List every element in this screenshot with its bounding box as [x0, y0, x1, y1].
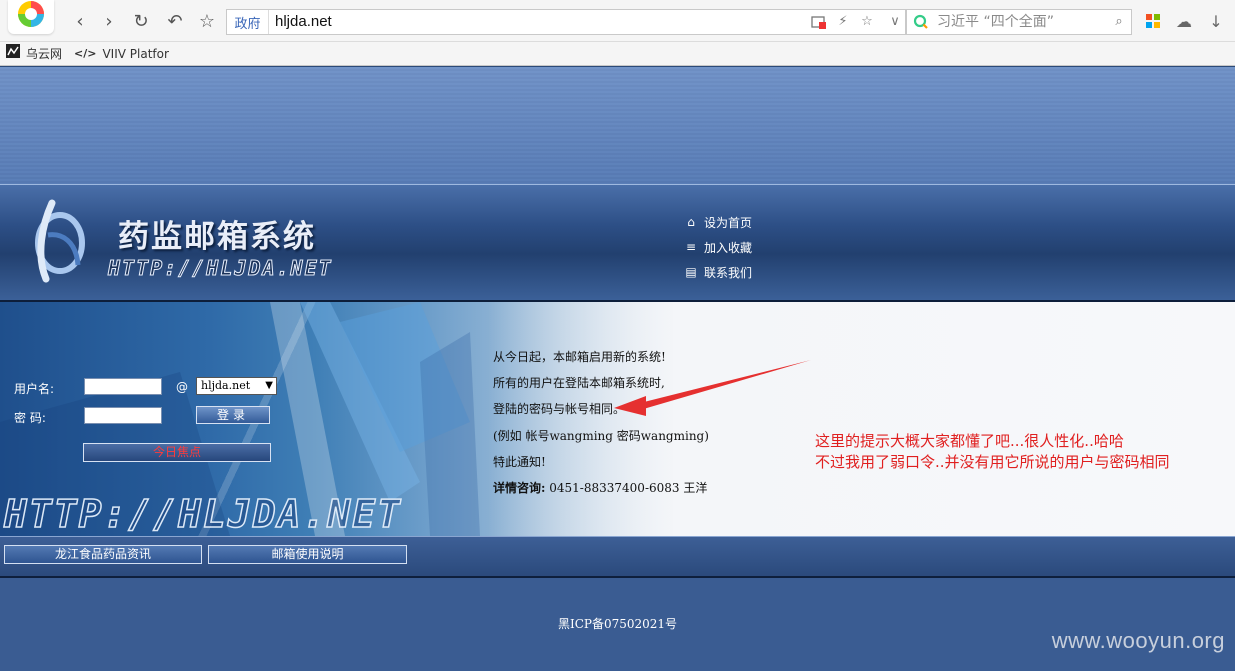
login-section: 用户名: @ hljda.net ▼ 密 码: 登录 今日焦点 HTTP://H… — [0, 300, 1235, 537]
domain-select[interactable]: hljda.net ▼ — [196, 377, 277, 395]
bookmark-label: VIIV Platfor — [102, 47, 169, 61]
add-favorite-link[interactable]: ≡ 加入收藏 — [684, 238, 752, 256]
bookmark-viiv[interactable]: </> VIIV Platfor — [74, 42, 169, 66]
search-box[interactable]: 习近平 “四个全面” ⌕ — [906, 9, 1132, 35]
username-label: 用户名: — [14, 382, 55, 396]
notice-contact: 详情咨询: 0451-88337400-6083 王洋 — [493, 479, 707, 496]
today-focus-button[interactable]: 今日焦点 — [83, 443, 271, 462]
url-watermark: HTTP://HLJDA.NET — [3, 491, 403, 537]
dropdown-chevron-icon[interactable]: ∨ — [887, 14, 903, 30]
quick-link-label: 设为首页 — [704, 215, 753, 230]
top-banner — [0, 67, 1235, 184]
site-url-banner: HTTP://HLJDA.NET — [108, 256, 333, 281]
login-button[interactable]: 登录 — [196, 406, 270, 424]
bookmark-wooyun[interactable]: 乌云网 — [6, 42, 62, 66]
site-title: 药监邮箱系统 — [118, 219, 316, 255]
contact-value: 0451-88337400-6083 王洋 — [549, 481, 708, 495]
cloud-icon[interactable]: ☁ — [1173, 10, 1195, 32]
password-label: 密 码: — [14, 411, 46, 425]
browser-logo-icon[interactable] — [8, 0, 54, 34]
download-icon[interactable]: ↓ — [1205, 10, 1227, 32]
reload-icon[interactable]: ↻ — [129, 9, 153, 33]
domain-selected-value: hljda.net — [201, 379, 251, 392]
favorite-star-icon[interactable]: ☆ — [859, 14, 875, 30]
back-icon[interactable]: ‹ — [68, 9, 92, 33]
home-icon: ⌂ — [687, 215, 695, 229]
password-input[interactable] — [84, 407, 162, 424]
quick-link-label: 联系我们 — [704, 265, 753, 280]
wooyun-icon — [6, 43, 20, 65]
icp-record: 黑ICP备07502021号 — [557, 617, 678, 631]
quick-link-label: 加入收藏 — [704, 240, 753, 255]
contact-us-link[interactable]: ▤ 联系我们 — [684, 263, 752, 281]
nav-tab-food-drug-news[interactable]: 龙江食品药品资讯 — [4, 545, 202, 564]
annotation-line: 不过我用了弱口令..并没有用它所说的用户与密码相同 — [815, 453, 1170, 471]
notice-line: 特此通知! — [493, 455, 546, 469]
notice-line: (例如 帐号wangming 密码wangming) — [493, 429, 709, 443]
dropdown-arrow-icon: ▼ — [265, 380, 273, 391]
search-engine-icon — [913, 14, 929, 30]
document-icon: ▤ — [685, 265, 697, 279]
notice-panel — [488, 302, 1235, 536]
site-footer: 黑ICP备07502021号 www.wooyun.org — [0, 578, 1235, 671]
wooyun-watermark: www.wooyun.org — [1051, 628, 1225, 653]
set-homepage-link[interactable]: ⌂ 设为首页 — [684, 213, 752, 231]
url-text[interactable]: hljda.net — [275, 10, 332, 34]
username-input[interactable] — [84, 378, 162, 395]
search-input[interactable]: 习近平 “四个全面” — [937, 10, 1054, 34]
search-icon[interactable]: ⌕ — [1111, 14, 1127, 30]
bottom-nav: 龙江食品药品资讯 邮箱使用说明 — [0, 536, 1235, 578]
at-sign: @ — [176, 380, 188, 394]
forward-icon[interactable]: › — [97, 9, 121, 33]
nav-tab-mailbox-guide[interactable]: 邮箱使用说明 — [208, 545, 407, 564]
annotation-line: 这里的提示大概大家都懂了吧...很人性化..哈哈 — [815, 432, 1124, 450]
bookmarks-bar: 乌云网 </> VIIV Platfor — [0, 42, 1235, 66]
browser-toolbar: ‹ › ↻ ↶ ☆ 政府 hljda.net ⚡ ☆ ∨ 习近平 “四个全面” … — [0, 0, 1235, 42]
bookmark-label: 乌云网 — [26, 47, 63, 61]
annotation-arrow-icon — [614, 360, 811, 416]
site-logo-icon — [35, 199, 85, 283]
contact-label: 详情咨询: — [493, 481, 546, 495]
address-bar[interactable]: 政府 hljda.net ⚡ ☆ ∨ — [226, 9, 906, 35]
code-icon: </> — [74, 47, 97, 60]
site-header: 药监邮箱系统 HTTP://HLJDA.NET ⌂ 设为首页 ≡ 加入收藏 ▤ … — [0, 184, 1235, 300]
cart-icon: ≡ — [685, 240, 697, 254]
notification-icon[interactable] — [811, 14, 827, 30]
apps-grid-icon[interactable] — [1142, 10, 1164, 32]
undo-icon[interactable]: ↶ — [163, 9, 187, 33]
webpage: 药监邮箱系统 HTTP://HLJDA.NET ⌂ 设为首页 ≡ 加入收藏 ▤ … — [0, 67, 1235, 671]
address-tag: 政府 — [227, 10, 269, 34]
lightning-icon[interactable]: ⚡ — [835, 14, 851, 30]
star-icon[interactable]: ☆ — [195, 9, 219, 33]
